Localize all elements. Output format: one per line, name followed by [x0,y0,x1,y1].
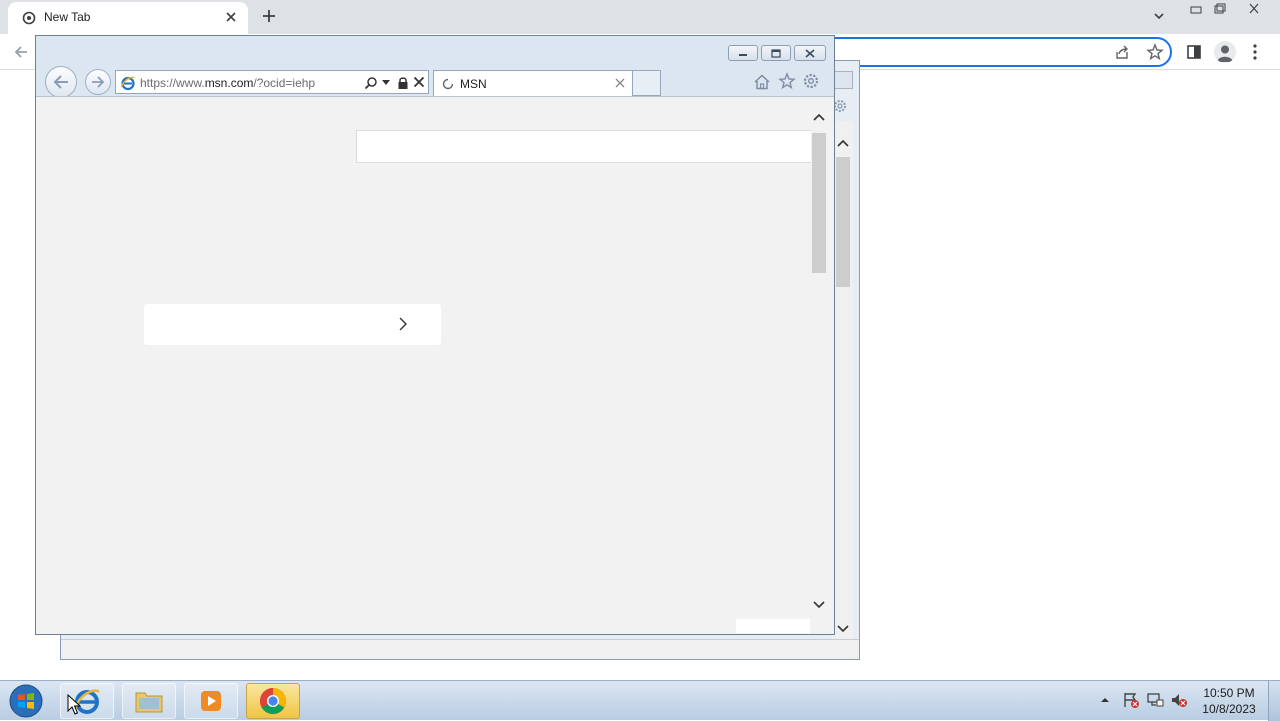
taskbar-clock[interactable]: 10:50 PM 10/8/2023 [1196,685,1262,717]
clock-date: 10/8/2023 [1202,702,1256,716]
chrome-tab-icon [22,11,36,25]
ie-page-content [36,96,834,634]
loading-icon [442,78,454,90]
chrome-restore-button[interactable] [1208,0,1232,18]
back-icon[interactable] [12,43,30,61]
ie-window: https://www.msn.com/?ocid=iehp MSN [35,35,835,635]
new-tab-button[interactable] [260,7,278,25]
chrome-minimize-button[interactable] [1184,0,1208,18]
msn-search-box[interactable] [356,130,811,163]
ie-new-tab-button[interactable] [633,70,661,96]
taskbar: 10:50 PM 10/8/2023 [0,680,1280,721]
show-desktop-button[interactable] [1268,681,1280,721]
chevron-up-icon[interactable] [1100,696,1110,704]
ie-address-bar[interactable]: https://www.msn.com/?ocid=iehp [115,70,429,94]
chevron-down-icon[interactable] [1152,9,1166,23]
ie-close-button[interactable] [794,45,826,61]
star-icon[interactable] [1146,43,1164,61]
ie-vertical-scrollbar[interactable] [810,107,830,627]
url-path: /?ocid=iehp [253,76,316,90]
folder-icon [134,688,164,714]
chevron-up-icon[interactable] [837,138,849,148]
volume-muted-icon[interactable] [1170,691,1188,709]
media-player-icon [198,688,224,714]
ie-status-area [736,619,810,633]
chrome-tab-title: New Tab [44,10,91,24]
share-icon[interactable] [1114,44,1130,60]
mouse-cursor-icon [67,694,81,716]
more-menu-icon[interactable] [1252,43,1258,61]
taskbar-explorer-button[interactable] [122,683,176,719]
chrome-close-button[interactable] [1242,0,1266,18]
taskbar-chrome-button[interactable] [246,683,300,719]
url-host: msn.com [204,76,254,90]
side-panel-icon[interactable] [1186,44,1202,60]
ie-background-statusbar [61,639,859,659]
ie-forward-button[interactable] [85,69,111,95]
msn-card[interactable] [144,304,441,345]
ie-tab-title: MSN [460,77,487,91]
ie-minimize-button[interactable] [728,45,758,61]
ie-titlebar[interactable] [36,36,834,62]
start-button[interactable] [4,682,48,720]
search-icon[interactable] [364,76,378,90]
clock-time: 10:50 PM [1203,686,1255,700]
url-protocol: https://www. [140,76,205,90]
ie-background-scroll-thumb[interactable] [836,157,850,287]
ie-url-text: https://www.msn.com/?ocid=iehp [140,76,315,90]
close-icon[interactable] [224,10,238,24]
profile-icon[interactable] [1214,41,1236,63]
ie-logo-icon [120,75,136,91]
gear-icon[interactable] [802,72,820,90]
scroll-thumb[interactable] [812,133,826,273]
close-icon[interactable] [615,78,625,88]
network-icon[interactable] [1146,691,1164,709]
chevron-down-icon[interactable] [813,600,825,610]
chevron-right-icon[interactable] [398,317,408,331]
chrome-tab-new-tab[interactable]: New Tab [8,2,248,34]
lock-icon[interactable] [397,76,409,90]
ie-restore-button[interactable] [761,45,791,61]
ie-back-button[interactable] [45,66,77,98]
chevron-down-icon[interactable] [837,624,849,634]
chrome-logo-icon [258,686,288,716]
dropdown-arrow-icon[interactable] [382,80,390,86]
home-icon[interactable] [753,73,771,91]
stop-icon[interactable] [413,76,425,88]
action-center-flag-icon[interactable] [1122,691,1140,709]
ie-tab-msn[interactable]: MSN [433,70,633,96]
star-icon[interactable] [778,72,796,90]
chrome-tab-strip: New Tab [0,0,1280,34]
taskbar-media-player-button[interactable] [184,683,238,719]
chevron-up-icon[interactable] [813,112,825,122]
